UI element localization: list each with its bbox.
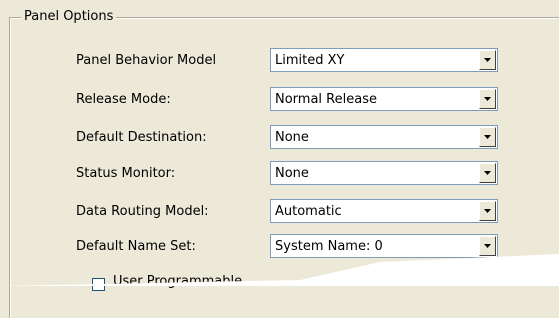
- chevron-down-icon: [484, 58, 491, 62]
- row-status-monitor: Status Monitor: None: [0, 161, 559, 188]
- row-default-destination: Default Destination: None: [0, 125, 559, 152]
- row-default-name-set: Default Name Set: System Name: 0: [0, 234, 559, 261]
- row-data-routing-model: Data Routing Model: Automatic: [0, 199, 559, 226]
- default-name-set-select[interactable]: System Name: 0: [270, 234, 498, 258]
- chevron-down-icon: [484, 135, 491, 139]
- release-mode-select[interactable]: Normal Release: [270, 87, 498, 111]
- chevron-down-icon: [484, 97, 491, 101]
- default-destination-label: Default Destination:: [76, 130, 207, 145]
- user-programmable-label: User Programmable: [113, 274, 243, 289]
- data-routing-model-value: Automatic: [275, 204, 342, 219]
- user-programmable-checkbox[interactable]: [92, 278, 105, 291]
- dropdown-button[interactable]: [479, 89, 496, 109]
- dropdown-button[interactable]: [479, 201, 496, 221]
- dropdown-button[interactable]: [479, 236, 496, 256]
- release-mode-label: Release Mode:: [76, 92, 171, 107]
- chevron-down-icon: [484, 209, 491, 213]
- dropdown-button[interactable]: [479, 50, 496, 70]
- group-title: Panel Options: [21, 9, 117, 25]
- status-monitor-value: None: [275, 166, 309, 181]
- dropdown-button[interactable]: [479, 127, 496, 147]
- release-mode-value: Normal Release: [275, 92, 377, 107]
- default-destination-value: None: [275, 130, 309, 145]
- default-destination-select[interactable]: None: [270, 125, 498, 149]
- default-name-set-value: System Name: 0: [275, 239, 383, 254]
- chevron-down-icon: [484, 244, 491, 248]
- panel-behavior-model-label: Panel Behavior Model: [76, 53, 217, 68]
- row-panel-behavior-model: Panel Behavior Model Limited XY: [0, 48, 559, 75]
- dropdown-button[interactable]: [479, 163, 496, 183]
- chevron-down-icon: [484, 171, 491, 175]
- row-release-mode: Release Mode: Normal Release: [0, 87, 559, 114]
- panel-behavior-model-value: Limited XY: [275, 53, 345, 68]
- panel-behavior-model-select[interactable]: Limited XY: [270, 48, 498, 72]
- default-name-set-label: Default Name Set:: [76, 239, 196, 254]
- data-routing-model-label: Data Routing Model:: [76, 204, 209, 219]
- status-monitor-select[interactable]: None: [270, 161, 498, 185]
- status-monitor-label: Status Monitor:: [76, 166, 176, 181]
- data-routing-model-select[interactable]: Automatic: [270, 199, 498, 223]
